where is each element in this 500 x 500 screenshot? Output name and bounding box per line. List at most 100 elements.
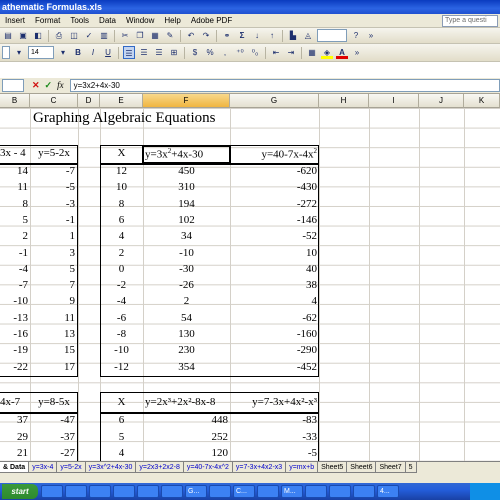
menu-data[interactable]: Data [94,14,121,28]
taskbar-button[interactable] [65,485,87,498]
borders-icon[interactable]: ▦ [306,46,318,59]
taskbar-button[interactable] [113,485,135,498]
taskbar-button[interactable] [329,485,351,498]
toolbar-separator [118,46,119,59]
print-icon[interactable]: ⎙ [53,29,65,42]
column-header-d[interactable]: D [78,94,100,108]
taskbar-button[interactable]: C... [233,485,255,498]
bold-button[interactable]: B [72,46,84,59]
increase-indent-icon[interactable]: ⇥ [285,46,297,59]
sheet-tab[interactable]: Sheet5 [318,462,348,473]
decrease-decimal-icon[interactable]: ⁰₀ [249,46,261,59]
chart-wizard-icon[interactable]: ▙ [287,29,299,42]
sheet-tab[interactable]: y=mx+b [286,462,319,473]
menu-format[interactable]: Format [30,14,65,28]
font-name-select[interactable] [2,46,10,59]
column-header-i[interactable]: I [369,94,419,108]
currency-button[interactable]: $ [189,46,201,59]
cancel-icon[interactable]: ✕ [32,80,40,91]
sheet-tab-bar: & Data y=3x-4 y=5-2x y=3x^2+4x-30 y=2x3+… [0,461,500,474]
enter-icon[interactable]: ✓ [45,80,53,91]
sheet-tab[interactable]: y=3x-4 [29,462,58,473]
redo-icon[interactable]: ↷ [200,29,212,42]
sheet-tab[interactable]: y=3x^2+4x-30 [85,462,137,473]
column-header-c[interactable]: C [30,94,78,108]
open-icon[interactable]: ▤ [2,29,14,42]
taskbar-button[interactable]: 4... [377,485,399,498]
italic-button[interactable]: I [87,46,99,59]
fill-color-icon[interactable]: ◈ [321,46,333,59]
format-painter-icon[interactable]: ✎ [164,29,176,42]
align-left-icon[interactable]: ☰ [123,46,135,59]
taskbar-button[interactable] [257,485,279,498]
percent-button[interactable]: % [204,46,216,59]
print-preview-icon[interactable]: ◫ [68,29,80,42]
column-header-k[interactable]: K [464,94,500,108]
taskbar-button[interactable] [41,485,63,498]
font-color-button[interactable]: A [336,46,348,59]
decrease-indent-icon[interactable]: ⇤ [270,46,282,59]
taskbar-button[interactable] [89,485,111,498]
chevron-down-icon[interactable]: ▾ [13,46,25,59]
sheet-tab[interactable]: y=40-7x-4x^2 [183,462,233,473]
menu-adobe-pdf[interactable]: Adobe PDF [186,14,237,28]
menu-window[interactable]: Window [121,14,159,28]
sort-descending-icon[interactable]: ↑ [266,29,278,42]
taskbar-button[interactable] [353,485,375,498]
table-cell: 3 [69,246,76,259]
save-icon[interactable]: ▣ [17,29,29,42]
drawing-icon[interactable]: ◬ [302,29,314,42]
merge-center-icon[interactable]: ⊞ [168,46,180,59]
column-header-h[interactable]: H [319,94,369,108]
sheet-tab[interactable]: 5 [405,462,417,473]
sheet-tab[interactable]: y=5-2x [57,462,86,473]
table-cell: 5 [69,262,76,275]
undo-icon[interactable]: ↶ [185,29,197,42]
formula-input[interactable]: y=3x2+4x-30 [69,79,500,92]
taskbar-button[interactable] [209,485,231,498]
taskbar-button[interactable]: G... [185,485,207,498]
taskbar-button[interactable] [137,485,159,498]
cut-icon[interactable]: ✂ [119,29,131,42]
align-center-icon[interactable]: ☰ [138,46,150,59]
toolbar-options-icon[interactable]: » [351,46,363,59]
increase-decimal-icon[interactable]: ⁺⁰ [234,46,246,59]
toolbar-options-icon[interactable]: » [365,29,377,42]
zoom-select[interactable] [317,29,347,42]
column-header-g[interactable]: G [230,94,319,108]
sheet-tab[interactable]: Sheet7 [376,462,406,473]
column-header-f[interactable]: F [143,94,230,108]
autosum-icon[interactable]: Σ [236,29,248,42]
menu-help[interactable]: Help [159,14,185,28]
help-icon[interactable]: ? [350,29,362,42]
help-search-input[interactable]: Type a questi [442,15,498,27]
menu-insert[interactable]: Insert [0,14,30,28]
sheet-tab[interactable]: & Data [0,462,30,473]
column-header-j[interactable]: J [419,94,464,108]
align-right-icon[interactable]: ☰ [153,46,165,59]
column-header-e[interactable]: E [100,94,143,108]
taskbar-button[interactable] [161,485,183,498]
permission-icon[interactable]: ◧ [32,29,44,42]
research-icon[interactable]: ▥ [98,29,110,42]
start-button[interactable]: start [2,484,38,499]
sheet-tab[interactable]: Sheet6 [347,462,377,473]
taskbar-button[interactable] [305,485,327,498]
paste-icon[interactable]: ▦ [149,29,161,42]
table-cell: -10 [179,246,194,259]
sheet-tab[interactable]: y=7-3x+4x2-x3 [232,462,287,473]
comma-button[interactable]: , [219,46,231,59]
hyperlink-icon[interactable]: ⚭ [221,29,233,42]
column-header-b[interactable]: B [0,94,30,108]
insert-function-icon[interactable]: fx [57,80,64,91]
underline-button[interactable]: U [102,46,114,59]
menu-tools[interactable]: Tools [65,14,94,28]
name-box[interactable] [2,79,24,92]
sort-ascending-icon[interactable]: ↓ [251,29,263,42]
sheet-tab[interactable]: y=2x3+2x2-8 [136,462,184,473]
chevron-down-icon[interactable]: ▾ [57,46,69,59]
font-size-select[interactable]: 14 [28,46,54,59]
spelling-icon[interactable]: ✓ [83,29,95,42]
copy-icon[interactable]: ❐ [134,29,146,42]
taskbar-button[interactable]: M... [281,485,303,498]
